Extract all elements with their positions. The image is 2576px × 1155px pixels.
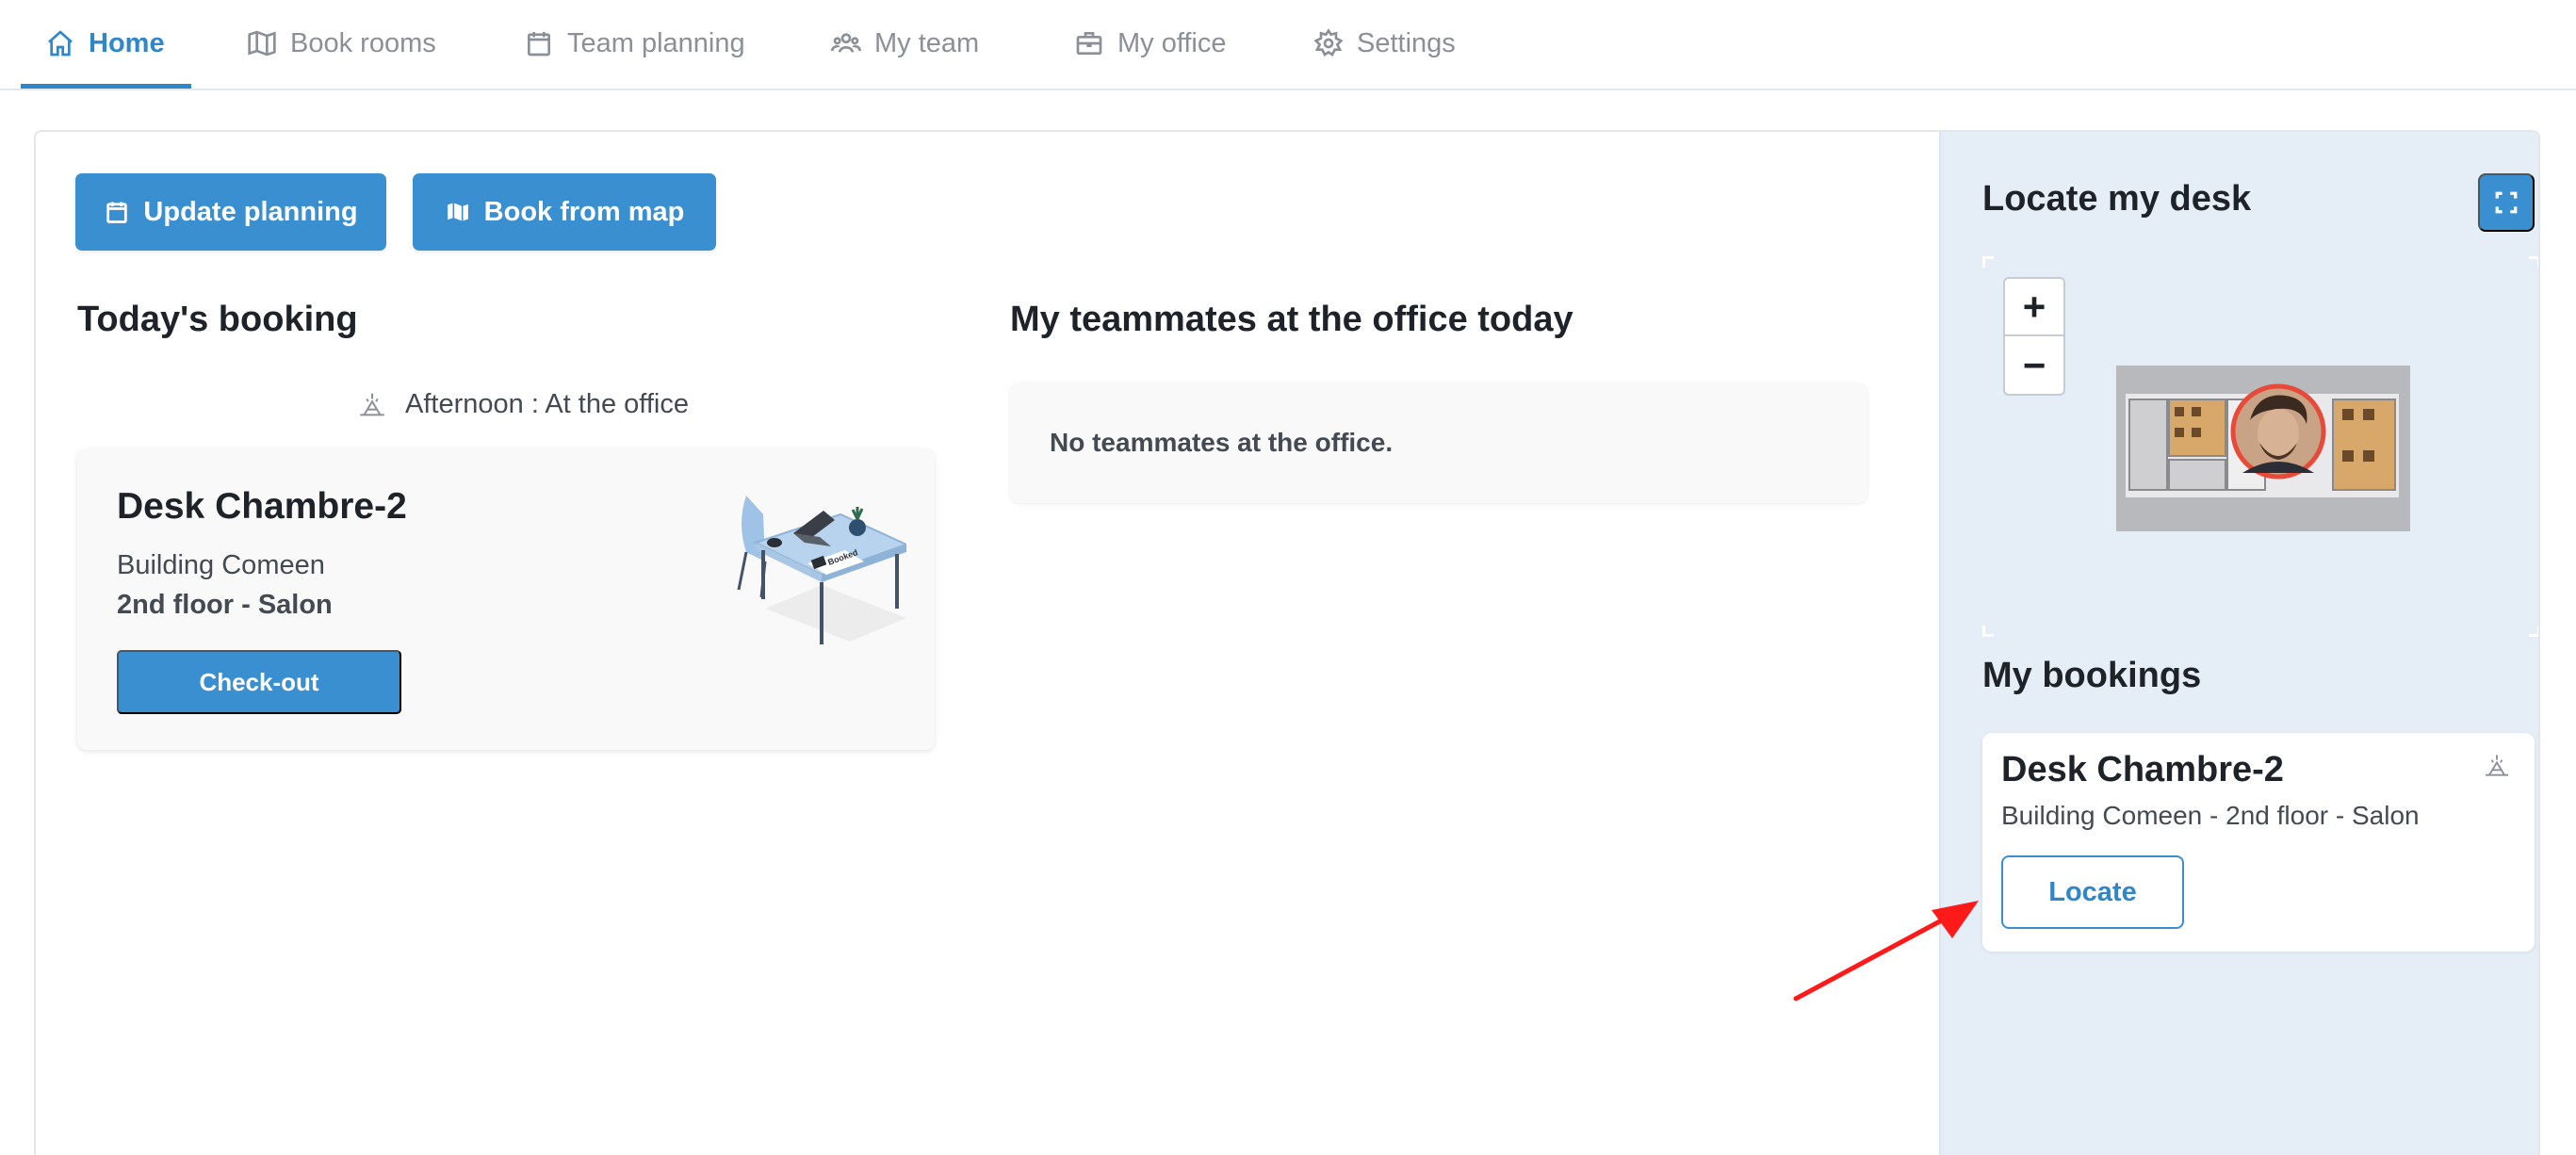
teammates-empty-message: No teammates at the office.: [1050, 428, 1394, 457]
my-booking-desk-name: Desk Chambre-2: [2001, 750, 2284, 789]
half-day-afternoon-icon: [2486, 755, 2508, 776]
book-from-map-label: Book from map: [483, 196, 685, 227]
map-corner: [1982, 256, 1994, 268]
map-zoom-controls: + −: [2003, 277, 2065, 396]
user-avatar-marker[interactable]: [2229, 382, 2327, 480]
half-day-afternoon-icon: [360, 393, 384, 416]
home-icon: [48, 30, 73, 57]
calendar-icon: [106, 202, 128, 223]
map-corner: [1982, 626, 1994, 637]
book-from-map-button[interactable]: Book from map: [413, 173, 716, 251]
check-out-button[interactable]: Check-out: [117, 650, 401, 714]
desk-illustration: Booked: [737, 496, 906, 644]
map-icon: [446, 201, 470, 223]
zoom-out-button[interactable]: −: [2005, 336, 2063, 394]
todays-booking-card: Desk Chambre-2 Building Comeen 2nd floor…: [77, 448, 935, 750]
tab-team-planning[interactable]: Team planning: [524, 28, 745, 90]
fullscreen-button[interactable]: [2478, 173, 2535, 232]
locate-panel: Locate my desk + − My bookings Desk Cham…: [1939, 132, 2538, 1155]
calendar-icon: [528, 32, 550, 57]
top-navigation: Home Book rooms Team planning My team My…: [0, 0, 2576, 90]
todays-booking-title: Today's booking: [77, 300, 358, 339]
tab-book-rooms-label: Book rooms: [290, 28, 436, 58]
tab-home-label: Home: [89, 28, 165, 58]
briefcase-icon: [1076, 32, 1102, 55]
booking-building: Building Comeen: [117, 550, 325, 580]
tab-my-office-label: My office: [1117, 28, 1227, 58]
update-planning-label: Update planning: [143, 196, 358, 227]
map-corner: [2529, 256, 2538, 268]
tab-home[interactable]: Home: [21, 28, 191, 90]
tab-team-planning-label: Team planning: [567, 28, 745, 58]
tab-my-team[interactable]: My team: [831, 28, 979, 90]
locate-button[interactable]: Locate: [2001, 855, 2184, 929]
booking-desk-name: Desk Chambre-2: [117, 486, 407, 527]
my-booking-address: Building Comeen - 2nd floor - Salon: [2001, 801, 2420, 830]
home-dashboard: Update planning Book from map Today's bo…: [34, 130, 2540, 1155]
booking-floor: 2nd floor - Salon: [117, 590, 333, 620]
desk-map[interactable]: + −: [1982, 256, 2538, 637]
tab-book-rooms[interactable]: Book rooms: [247, 28, 436, 90]
tab-settings[interactable]: Settings: [1313, 28, 1456, 90]
zoom-in-button[interactable]: +: [2005, 279, 2063, 336]
teammates-card: No teammates at the office.: [1010, 382, 1867, 503]
my-bookings-title: My bookings: [1982, 656, 2202, 695]
teammates-title: My teammates at the office today: [1010, 300, 1573, 339]
my-booking-card: Desk Chambre-2 Building Comeen - 2nd flo…: [1982, 733, 2535, 952]
expand-icon: [2495, 191, 2518, 214]
tab-my-team-label: My team: [874, 28, 980, 58]
map-icon: [248, 30, 276, 57]
update-planning-button[interactable]: Update planning: [75, 173, 386, 251]
gear-icon: [1313, 28, 1344, 57]
map-corner: [2529, 626, 2538, 637]
booking-status: Afternoon : At the office: [356, 388, 689, 420]
booking-status-text: Afternoon : At the office: [405, 388, 689, 419]
tab-settings-label: Settings: [1357, 28, 1456, 58]
tab-my-office[interactable]: My office: [1074, 28, 1227, 90]
locate-title: Locate my desk: [1982, 179, 2252, 219]
team-icon: [831, 33, 861, 53]
